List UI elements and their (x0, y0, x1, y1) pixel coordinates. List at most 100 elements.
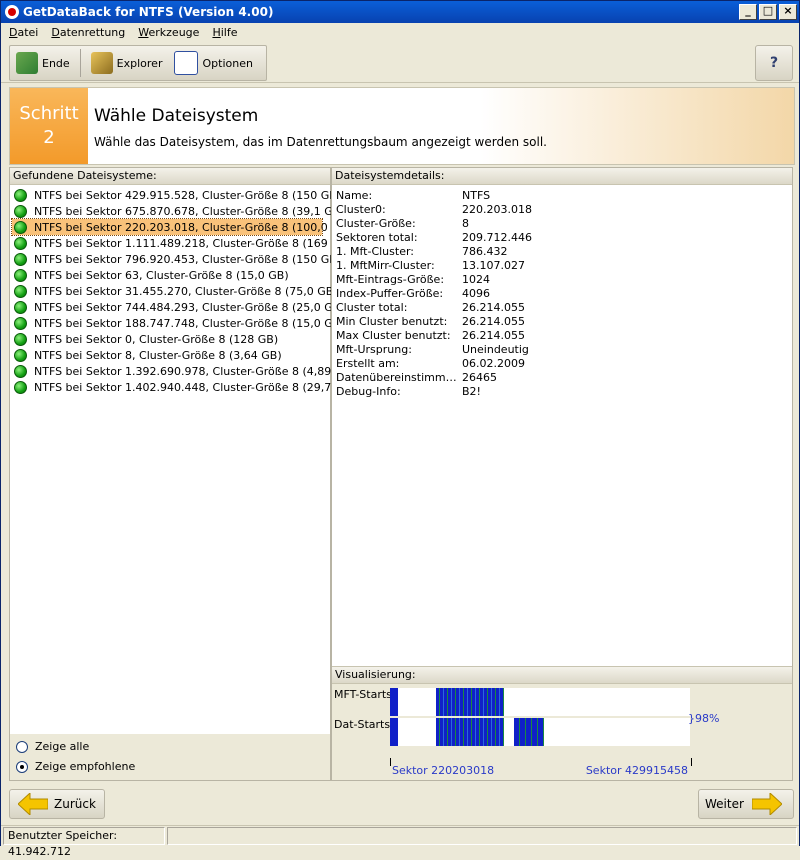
detail-value: NTFS (462, 189, 491, 202)
detail-label: Mft-Ursprung: (336, 343, 412, 356)
filesystem-pane: Gefundene Dateisysteme: NTFS bei Sektor … (9, 167, 355, 781)
status-dot-icon (14, 252, 27, 266)
detail-label: Min Cluster benutzt: (336, 315, 448, 328)
detail-row: Index-Puffer-Größe: 4096 (336, 287, 792, 301)
detail-row: Min Cluster benutzt: 26.214.055 (336, 315, 792, 329)
details-pane-heading: Dateisystemdetails: (332, 168, 792, 185)
detail-label: 1. MftMirr-Cluster: (336, 259, 435, 272)
dat-segment (436, 718, 504, 746)
memory-status: Benutzter Speicher: 41.942.712 (3, 827, 165, 858)
toolbar: Ende Explorer Optionen ? (1, 42, 799, 83)
detail-row: Datenübereinstimmun... 26465 (336, 371, 792, 385)
radio-show-recommended[interactable]: Zeige empfohlene (16, 760, 135, 773)
menu-bar: Datei Datenrettung Werkzeuge Hilfe (1, 23, 799, 41)
details-list: Name: NTFS Cluster0: 220.203.018 Cluster-G… (332, 185, 792, 399)
page-subtitle: Wähle das Dateisystem, das im Datenrettu… (94, 135, 547, 149)
detail-value: 8 (462, 217, 469, 230)
list-item[interactable]: NTFS bei Sektor 1.392.690.978, Cluster-G… (12, 363, 355, 379)
status-dot-icon (14, 236, 27, 250)
help-button[interactable]: ? (755, 45, 793, 81)
status-dot-icon (14, 300, 27, 314)
arrow-left-icon (18, 793, 48, 815)
explorer-button[interactable]: Explorer (85, 48, 169, 78)
options-icon (174, 51, 199, 75)
detail-row: Mft-Eintrags-Größe: 1024 (336, 273, 792, 287)
detail-row: Debug-Info: B2! (336, 385, 792, 399)
list-item[interactable]: NTFS bei Sektor 1.402.940.448, Cluster-G… (12, 379, 355, 395)
list-item[interactable]: NTFS bei Sektor 63, Cluster-Größe 8 (15,… (12, 267, 322, 283)
status-dot-icon (14, 348, 27, 362)
filesystem-list: NTFS bei Sektor 429.915.528, Cluster-Grö… (10, 185, 355, 395)
radio-circle-checked-icon (16, 760, 28, 773)
maximize-button[interactable]: □ (759, 4, 777, 20)
detail-label: Index-Puffer-Größe: (336, 287, 444, 300)
list-item-label: NTFS bei Sektor 188.747.748, Cluster-Grö… (34, 316, 345, 330)
detail-row: 1. MftMirr-Cluster: 13.107.027 (336, 259, 792, 273)
detail-row: Erstellt am: 06.02.2009 (336, 357, 792, 371)
list-item[interactable]: NTFS bei Sektor 188.747.748, Cluster-Grö… (12, 315, 345, 331)
list-item-label: NTFS bei Sektor 220.203.018, Cluster-Grö… (34, 220, 352, 234)
list-item-label: NTFS bei Sektor 0, Cluster-Größe 8 (128 … (34, 332, 279, 346)
detail-row: Name: NTFS (336, 189, 792, 203)
mft-starts-label: MFT-Starts (334, 688, 392, 701)
detail-row: Cluster-Größe: 8 (336, 217, 792, 231)
menu-hilfe[interactable]: Hilfe (207, 26, 242, 39)
detail-label: Max Cluster benutzt: (336, 329, 451, 342)
mft-segment (436, 688, 504, 716)
detail-value: 1024 (462, 273, 490, 286)
status-dot-icon (14, 220, 27, 234)
detail-row: Cluster0: 220.203.018 (336, 203, 792, 217)
detail-value: 06.02.2009 (462, 357, 525, 370)
list-item-label: NTFS bei Sektor 744.484.293, Cluster-Grö… (34, 300, 345, 314)
list-item[interactable]: NTFS bei Sektor 31.455.270, Cluster-Größ… (12, 283, 338, 299)
list-item[interactable]: NTFS bei Sektor 796.920.453, Cluster-Grö… (12, 251, 341, 267)
dat-segment (514, 718, 544, 746)
dat-starts-bar (390, 718, 690, 746)
detail-value: 26.214.055 (462, 329, 525, 342)
filesystem-pane-heading: Gefundene Dateisysteme: (10, 168, 330, 185)
exit-button[interactable]: Ende (10, 48, 76, 78)
help-icon: ? (769, 55, 779, 71)
title-bar: GetDataBack for NTFS (Version 4.00) _ □ … (1, 1, 799, 23)
detail-value: 209.712.446 (462, 231, 532, 244)
detail-label: Cluster-Größe: (336, 217, 416, 230)
options-label: Optionen (202, 56, 253, 70)
menu-datenrettung[interactable]: Datenrettung (46, 26, 130, 39)
list-item[interactable]: NTFS bei Sektor 1.111.489.218, Cluster-G… (12, 235, 352, 251)
visualization-panel: Visualisierung: MFT-Starts Dat-Starts }9… (332, 666, 792, 780)
minimize-button[interactable]: _ (739, 4, 757, 20)
list-item[interactable]: NTFS bei Sektor 8, Cluster-Größe 8 (3,64… (12, 347, 322, 363)
details-pane: Dateisystemdetails: Name: NTFS Cluster0: 2… (331, 167, 793, 781)
page-title: Wähle Dateisystem (94, 106, 259, 126)
close-button[interactable]: × (779, 4, 797, 20)
detail-value: 26.214.055 (462, 301, 525, 314)
detail-label: Mft-Eintrags-Größe: (336, 273, 445, 286)
app-window: GetDataBack for NTFS (Version 4.00) _ □ … (0, 0, 800, 858)
arrow-right-icon (751, 793, 782, 815)
status-bar: Benutzter Speicher: 41.942.712 (1, 825, 799, 858)
detail-label: Name: (336, 189, 373, 202)
next-button[interactable]: Weiter (698, 789, 794, 819)
menu-datei[interactable]: Datei (4, 26, 43, 39)
back-button[interactable]: Zurück (9, 789, 105, 819)
radio-show-all[interactable]: Zeige alle (16, 740, 89, 753)
list-item[interactable]: NTFS bei Sektor 744.484.293, Cluster-Grö… (12, 299, 345, 315)
detail-label: Debug-Info: (336, 385, 401, 398)
list-item[interactable]: NTFS bei Sektor 0, Cluster-Größe 8 (128 … (12, 331, 322, 347)
menu-werkzeuge[interactable]: Werkzeuge (133, 26, 204, 39)
options-button[interactable]: Optionen (168, 48, 258, 78)
toolbar-group: Ende Explorer Optionen (9, 45, 267, 81)
dat-starts-label: Dat-Starts (334, 718, 391, 731)
detail-value: 26465 (462, 371, 497, 384)
list-item[interactable]: NTFS bei Sektor 675.870.678, Cluster-Grö… (12, 203, 345, 219)
detail-value: 220.203.018 (462, 203, 532, 216)
toolbar-separator (79, 49, 81, 77)
list-item-selected[interactable]: NTFS bei Sektor 220.203.018, Cluster-Grö… (11, 218, 352, 236)
status-dot-icon (14, 204, 27, 218)
window-title: GetDataBack for NTFS (Version 4.00) (23, 5, 274, 19)
radio-circle-icon (16, 740, 28, 753)
detail-label: Cluster total: (336, 301, 408, 314)
step-badge: Schritt 2 (10, 88, 88, 164)
step-header: Schritt 2 Wähle Dateisystem Wähle das Da… (9, 87, 795, 165)
list-item[interactable]: NTFS bei Sektor 429.915.528, Cluster-Grö… (12, 187, 341, 203)
